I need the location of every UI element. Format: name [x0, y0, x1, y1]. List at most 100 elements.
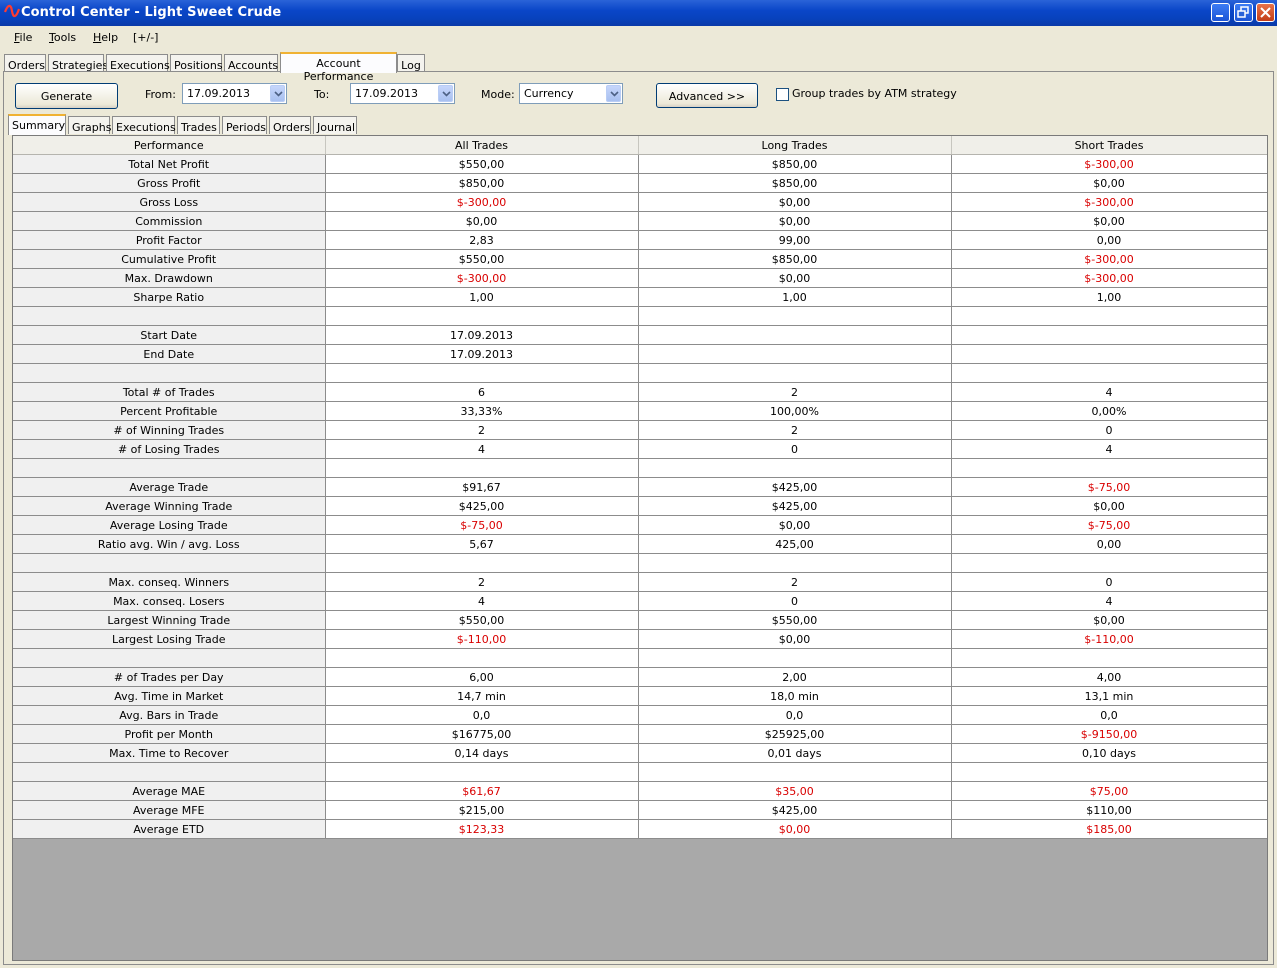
mode-label: Mode: [481, 88, 515, 101]
row-label-cell: # of Trades per Day [13, 667, 326, 687]
tab-graphs[interactable]: Graphs [68, 116, 111, 134]
table-row[interactable]: End Date 17.09.2013 [13, 344, 1267, 364]
row-label-cell: Percent Profitable [13, 401, 326, 421]
table-row[interactable]: Average Winning Trade $425,00 $425,00 $0,00 [13, 496, 1267, 516]
value-cell: $215,00 [325, 800, 639, 820]
table-row[interactable]: Avg. Time in Market 14,7 min 18,0 min 13,1 … [13, 686, 1267, 706]
table-row[interactable]: Total # of Trades 6 2 4 [13, 382, 1267, 402]
table-row[interactable] [13, 648, 1267, 668]
value-cell: 17.09.2013 [325, 344, 639, 364]
tab-executions[interactable]: Executions [106, 54, 170, 72]
performance-grid-area[interactable]: Performance All Trades Long Trades Short… [12, 135, 1268, 961]
table-row[interactable]: Cumulative Profit $550,00 $850,00 $-300,00 [13, 249, 1267, 269]
value-cell: $110,00 [951, 800, 1267, 820]
tab-sub-orders[interactable]: Orders [269, 116, 311, 134]
table-row[interactable]: Average MFE $215,00 $425,00 $110,00 [13, 800, 1267, 820]
close-button[interactable] [1256, 3, 1275, 22]
column-header-short-trades[interactable]: Short Trades [951, 136, 1267, 155]
table-row[interactable]: Average MAE $61,67 $35,00 $75,00 [13, 781, 1267, 801]
table-row[interactable]: Percent Profitable 33,33% 100,00% 0,00% [13, 401, 1267, 421]
table-row[interactable]: Max. conseq. Losers 4 0 4 [13, 591, 1267, 611]
table-row[interactable]: # of Winning Trades 2 2 0 [13, 420, 1267, 440]
table-row[interactable]: Avg. Bars in Trade 0,0 0,0 0,0 [13, 705, 1267, 725]
tab-periods[interactable]: Periods [222, 116, 267, 134]
value-cell [325, 458, 639, 478]
table-row[interactable]: Profit Factor 2,83 99,00 0,00 [13, 230, 1267, 250]
table-row[interactable]: Sharpe Ratio 1,00 1,00 1,00 [13, 287, 1267, 307]
tab-sub-executions[interactable]: Executions [112, 116, 176, 134]
tab-accounts[interactable]: Accounts [224, 54, 278, 72]
table-row[interactable]: Average ETD $123,33 $0,00 $185,00 [13, 819, 1267, 839]
tab-summary[interactable]: Summary [8, 114, 66, 135]
table-row[interactable]: Max. conseq. Winners 2 2 0 [13, 572, 1267, 592]
tab-orders[interactable]: Orders [4, 54, 46, 72]
chevron-down-icon [442, 91, 451, 97]
table-row[interactable]: Average Trade $91,67 $425,00 $-75,00 [13, 477, 1267, 497]
table-row[interactable]: Average Losing Trade $-75,00 $0,00 $-75,00 [13, 515, 1267, 535]
value-cell: 17.09.2013 [325, 325, 639, 345]
value-cell [638, 762, 952, 782]
table-row[interactable] [13, 363, 1267, 383]
to-date-dropdown[interactable] [438, 85, 453, 102]
row-label-cell: Total # of Trades [13, 382, 326, 402]
to-date-picker[interactable]: 17.09.2013 [350, 83, 455, 104]
column-header-long-trades[interactable]: Long Trades [638, 136, 952, 155]
menu-help[interactable]: Help [93, 31, 118, 44]
value-cell: $-75,00 [951, 515, 1267, 535]
value-cell: $-300,00 [951, 249, 1267, 269]
advanced-button[interactable]: Advanced >> [656, 83, 758, 108]
table-row[interactable]: Largest Losing Trade $-110,00 $0,00 $-110,0… [13, 629, 1267, 649]
value-cell: $-75,00 [325, 515, 639, 535]
table-row[interactable]: Gross Profit $850,00 $850,00 $0,00 [13, 173, 1267, 193]
table-row[interactable] [13, 762, 1267, 782]
title-bar[interactable]: Control Center - Light Sweet Crude [0, 0, 1277, 26]
table-row[interactable] [13, 306, 1267, 326]
table-row[interactable] [13, 553, 1267, 573]
table-row[interactable]: Start Date 17.09.2013 [13, 325, 1267, 345]
table-row[interactable]: Max. Drawdown $-300,00 $0,00 $-300,00 [13, 268, 1267, 288]
table-row[interactable]: # of Losing Trades 4 0 4 [13, 439, 1267, 459]
restore-button[interactable] [1234, 3, 1253, 22]
menu-tools[interactable]: Tools [49, 31, 76, 44]
from-date-dropdown[interactable] [270, 85, 285, 102]
value-cell [638, 648, 952, 668]
minimize-button[interactable] [1211, 3, 1230, 22]
from-date-picker[interactable]: 17.09.2013 [182, 83, 287, 104]
value-cell: $-110,00 [951, 629, 1267, 649]
column-header-performance[interactable]: Performance [13, 136, 326, 155]
menu-file[interactable]: File [14, 31, 32, 44]
table-row[interactable]: # of Trades per Day 6,00 2,00 4,00 [13, 667, 1267, 687]
table-row[interactable]: Profit per Month $16775,00 $25925,00 $-9150… [13, 724, 1267, 744]
mode-dropdown[interactable] [606, 85, 621, 102]
value-cell [325, 762, 639, 782]
value-cell: 2 [638, 420, 952, 440]
value-cell: 18,0 min [638, 686, 952, 706]
value-cell: $550,00 [638, 610, 952, 630]
value-cell: $0,00 [638, 515, 952, 535]
table-row[interactable]: Total Net Profit $550,00 $850,00 $-300,00 [13, 154, 1267, 174]
tab-journal[interactable]: Journal [313, 116, 357, 134]
table-row[interactable]: Gross Loss $-300,00 $0,00 $-300,00 [13, 192, 1267, 212]
tab-trades[interactable]: Trades [177, 116, 220, 134]
value-cell: 4 [951, 439, 1267, 459]
group-atm-checkbox[interactable] [776, 88, 789, 101]
generate-button[interactable]: Generate [15, 83, 118, 109]
value-cell: 4 [325, 591, 639, 611]
row-label-cell: Average Trade [13, 477, 326, 497]
table-row[interactable]: Max. Time to Recover 0,14 days 0,01 days 0,… [13, 743, 1267, 763]
table-row[interactable] [13, 458, 1267, 478]
value-cell: 2 [638, 572, 952, 592]
tab-positions[interactable]: Positions [170, 54, 223, 72]
value-cell: $25925,00 [638, 724, 952, 744]
column-header-all-trades[interactable]: All Trades [325, 136, 639, 155]
minimize-icon [1216, 15, 1223, 17]
table-row[interactable]: Ratio avg. Win / avg. Loss 5,67 425,00 0,00 [13, 534, 1267, 554]
table-row[interactable]: Largest Winning Trade $550,00 $550,00 $0,00 [13, 610, 1267, 630]
menu-expand[interactable]: [+/-] [133, 31, 158, 44]
tab-account-performance[interactable]: Account Performance [280, 52, 397, 83]
table-row[interactable]: Commission $0,00 $0,00 $0,00 [13, 211, 1267, 231]
mode-select[interactable]: Currency [519, 83, 623, 104]
tab-log[interactable]: Log [397, 54, 425, 72]
tab-strategies[interactable]: Strategies [48, 54, 108, 72]
value-cell: $123,33 [325, 819, 639, 839]
